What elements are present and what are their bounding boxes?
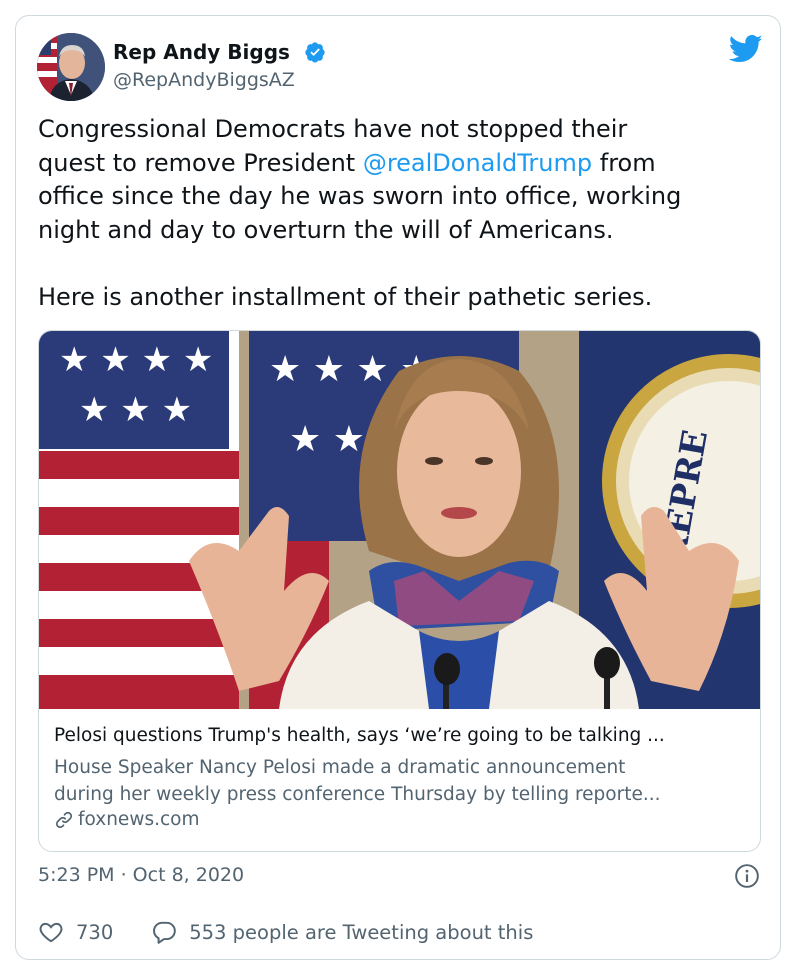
like-button[interactable]: 730 [38,919,113,945]
verified-badge-icon [305,42,325,63]
tweet-actions: 730 553 people are Tweeting about this [38,919,533,945]
link-card-description: House Speaker Nancy Pelosi made a dramat… [54,757,661,805]
reply-button[interactable]: 553 people are Tweeting about this [151,919,533,945]
avatar[interactable] [37,33,105,101]
tweet-text: Congressional Democrats have not stopped… [38,113,763,314]
svg-text:★ ★ ★ ★: ★ ★ ★ ★ [59,340,213,380]
link-card-domain[interactable]: foxnews.com [54,809,199,830]
info-icon[interactable] [734,863,760,889]
link-preview-card[interactable]: ★ ★ ★ ★ ★ ★ ★ ★ ★ ★ ★ ★ ★ ★ REPRE Pelosi… [38,330,761,852]
svg-text:★ ★ ★: ★ ★ ★ [79,390,192,430]
author-name[interactable]: Rep Andy Biggs [113,40,290,64]
like-count: 730 [76,920,114,944]
twitter-bird-icon[interactable] [729,34,763,64]
flag-left: ★ ★ ★ ★ ★ ★ ★ [39,331,239,709]
preview-image: ★ ★ ★ ★ ★ ★ ★ ★ ★ ★ ★ ★ ★ ★ REPRE [39,331,760,709]
link-card-title[interactable]: Pelosi questions Trump's health, says ‘w… [54,725,754,746]
tweet-timestamp[interactable]: 5:23 PM · Oct 8, 2020 [38,864,244,886]
reply-bubble-icon [153,921,176,944]
author-handle[interactable]: @RepAndyBiggsAZ [113,69,295,91]
mention-link[interactable]: @realDonaldTrump [363,149,592,177]
link-icon [55,811,73,828]
reply-label: 553 people are Tweeting about this [189,920,534,944]
link-card-domain-text: foxnews.com [78,809,200,830]
heart-icon [39,922,63,943]
tweet-card: Rep Andy Biggs @RepAndyBiggsAZ Congressi… [15,15,781,960]
